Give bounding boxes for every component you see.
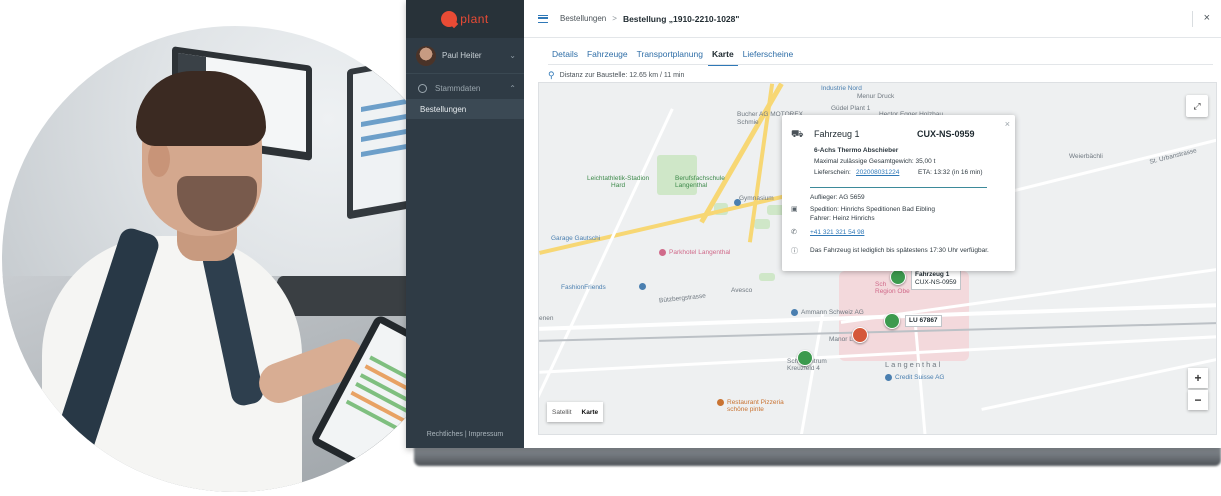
footer-legal-links[interactable]: Rechtliches | Impressum — [406, 431, 524, 438]
vehicle-eta: ETA: 13:32 (in 16 min) — [918, 169, 983, 176]
map-label: Ammann Schweiz AG — [801, 309, 864, 316]
map-label: Weierbächli — [1069, 153, 1103, 160]
route-icon: ⚲ — [548, 70, 555, 80]
map-poi-icon — [717, 399, 724, 406]
map-type-satellite-button[interactable]: Satellit — [547, 409, 577, 416]
popup-title: Fahrzeug 1 — [814, 129, 860, 139]
screenshot-stage: plant Paul Heiter ⌄ Stammdaten ⌃ Bestell… — [0, 0, 1221, 496]
map-label: Parkhotel Langenthal — [669, 249, 731, 256]
map-label: Menur Druck — [857, 93, 895, 100]
map-label: Leichtathletik-Stadion Hard — [587, 175, 650, 189]
distance-text: Distanz zur Baustelle: 12.65 km / 11 min — [559, 72, 685, 79]
map-label: Restaurant Pizzeria schöne pinte — [727, 399, 784, 413]
tab-bar: Details Fahrzeuge Transportplanung Karte… — [548, 46, 798, 66]
divider — [1192, 11, 1193, 27]
breadcrumb-separator-icon: > — [612, 14, 617, 23]
chevron-down-icon: ⌄ — [509, 51, 516, 60]
map-poi-icon — [791, 309, 798, 316]
forwarder-info: Spedition: Hinrichs Speditionen Bad Eibl… — [810, 206, 936, 213]
map-poi-icon — [659, 249, 666, 256]
vehicle-marker-tag: LU 67867 — [905, 315, 942, 328]
popup-close-icon[interactable]: × — [1005, 119, 1010, 129]
tab-transportplanung[interactable]: Transportplanung — [633, 46, 707, 66]
map-label: Gymnasium — [739, 195, 774, 202]
logo-q-icon — [441, 11, 458, 27]
marker-tag-plate: CUX-NS-0959 — [915, 279, 957, 287]
tab-underline — [548, 64, 1213, 65]
map-label: Credit Suisse AG — [895, 374, 945, 381]
user-menu[interactable]: Paul Heiter ⌄ — [406, 38, 524, 74]
driver-info: Fahrer: Heinz Hinrichs — [810, 215, 875, 222]
map-label: Industrie Nord — [821, 85, 862, 92]
user-name: Paul Heiter — [442, 51, 482, 60]
truck-icon: ⛟ — [791, 129, 804, 140]
map-view[interactable]: Industrie Nord Menur Druck Güdel Plant 1… — [538, 82, 1217, 435]
marker-tag-title: LU 67867 — [909, 317, 938, 324]
map-label: Berufsfachschule Langenthal — [675, 175, 725, 189]
sidebar-group-stammdaten[interactable]: Stammdaten ⌃ — [406, 76, 524, 100]
sidebar-item-bestellungen[interactable]: Bestellungen — [406, 99, 524, 119]
map-label: Schmie — [737, 119, 759, 126]
logo-text: plant — [460, 12, 489, 26]
breadcrumb-current: Bestellung „1910-2210-1028" — [622, 13, 740, 24]
vehicle-max-weight: Maximal zulässige Gesamtgewich: 35,00 t — [814, 158, 936, 165]
vehicle-marker-alert[interactable] — [852, 327, 868, 343]
vehicle-marker-2[interactable] — [884, 313, 900, 329]
zoom-out-button[interactable]: − — [1188, 390, 1208, 410]
phone-icon: ✆ — [791, 229, 797, 236]
map-type-toggle: Satellit Karte — [547, 402, 604, 422]
vehicle-marker-tag: Fahrzeug 1 CUX-NS-0959 — [911, 269, 961, 290]
map-poi-icon — [734, 199, 741, 206]
map-road — [981, 358, 1216, 411]
chevron-up-icon: ⌃ — [509, 83, 516, 93]
app-logo[interactable]: plant — [406, 0, 524, 38]
settings-icon — [418, 83, 427, 93]
map-road — [1002, 134, 1216, 195]
vehicle-info-popup: × ⛟ Fahrzeug 1 CUX-NS-0959 6-Achs Thermo… — [782, 115, 1015, 271]
photo-person-ear — [148, 141, 170, 177]
menu-icon[interactable] — [538, 14, 548, 23]
map-label: Manor L — [829, 336, 853, 343]
tab-lieferscheine[interactable]: Lieferscheine — [739, 46, 798, 66]
close-icon[interactable]: × — [1204, 12, 1210, 24]
trailer-info: Auflieger: AG 5659 — [810, 194, 865, 201]
sidebar: plant Paul Heiter ⌄ Stammdaten ⌃ Bestell… — [406, 0, 524, 448]
map-label: Langenthal — [885, 360, 943, 369]
phone-link[interactable]: +41 321 321 54 98 — [810, 229, 864, 236]
popup-plate: CUX-NS-0959 — [917, 129, 975, 139]
avatar — [416, 45, 436, 66]
map-park — [754, 219, 770, 229]
sidebar-group-label: Stammdaten — [435, 83, 481, 93]
popup-divider — [810, 187, 987, 188]
breadcrumb-parent[interactable]: Bestellungen — [560, 14, 606, 23]
tab-details[interactable]: Details — [548, 46, 582, 66]
map-label: Avesco — [731, 287, 753, 294]
map-label: enen — [539, 315, 554, 322]
delivery-label: Lieferschein: — [814, 169, 851, 176]
vehicle-marker-1[interactable] — [890, 269, 906, 285]
hero-photo — [2, 26, 468, 492]
vehicle-type: 6-Achs Thermo Abschieber — [814, 147, 899, 154]
id-card-icon: ▣ — [791, 206, 798, 213]
app-window: plant Paul Heiter ⌄ Stammdaten ⌃ Bestell… — [406, 0, 1221, 448]
map-poi-icon — [639, 283, 646, 290]
map-label: Güdel Plant 1 — [831, 105, 871, 112]
fullscreen-expand-icon[interactable]: ⤢ — [1186, 95, 1208, 117]
delivery-number-link[interactable]: 202008031224 — [856, 169, 899, 176]
map-label: Garage Gautschi — [551, 235, 601, 242]
map-type-map-button[interactable]: Karte — [577, 409, 604, 416]
tab-karte[interactable]: Karte — [707, 46, 738, 66]
info-icon: ⓘ — [791, 248, 798, 255]
availability-info: Das Fahrzeug ist lediglich bis spätesten… — [810, 247, 989, 254]
zoom-in-button[interactable]: + — [1188, 368, 1208, 388]
vehicle-marker-3[interactable] — [797, 350, 813, 366]
marker-tag-title: Fahrzeug 1 — [915, 271, 950, 278]
map-poi-icon — [885, 374, 892, 381]
map-label: FashionFriends — [561, 284, 606, 291]
map-label: Bützbergstrasse — [658, 292, 707, 305]
map-park — [759, 273, 775, 281]
distance-info: ⚲ Distanz zur Baustelle: 12.65 km / 11 m… — [548, 70, 684, 81]
tab-fahrzeuge[interactable]: Fahrzeuge — [583, 46, 632, 66]
top-bar: Bestellungen > Bestellung „1910-2210-102… — [524, 0, 1221, 38]
